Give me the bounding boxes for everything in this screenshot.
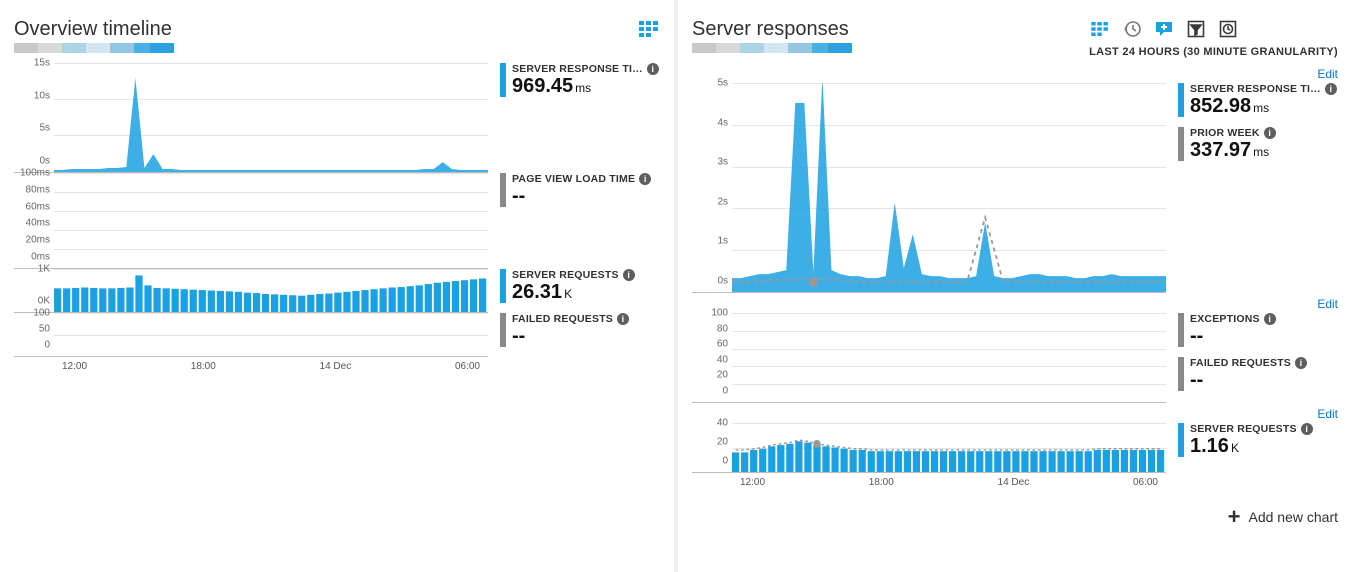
page-view-chart[interactable] <box>54 173 488 268</box>
info-icon: i <box>1295 357 1307 369</box>
sparkline-strip <box>14 43 174 53</box>
info-icon: i <box>623 269 635 281</box>
edit-link[interactable]: Edit <box>692 297 1338 311</box>
y-ticks: 15s 10s 5s 0s <box>14 63 54 172</box>
failed-requests-chart[interactable] <box>54 313 488 356</box>
server-responses-title: Server responses <box>692 18 852 41</box>
time-range-label: LAST 24 HOURS (30 MINUTE GRANULARITY) <box>1089 46 1338 58</box>
metric-server-response[interactable]: SERVER RESPONSE TI…i 852.98ms <box>1178 83 1338 117</box>
grid-icon[interactable] <box>638 18 660 40</box>
x-axis: 12:0018:0014 Dec06:00 <box>54 361 488 372</box>
server-responses-blade: Server responses LAST 24 HOURS (30 MINUT… <box>678 0 1352 572</box>
history-icon[interactable] <box>1121 18 1143 40</box>
metric-server-requests[interactable]: SERVER REQUESTSi 1.16K <box>1178 423 1338 457</box>
edit-link[interactable]: Edit <box>692 407 1338 421</box>
info-icon: i <box>1325 83 1337 95</box>
x-axis: 12:0018:0014 Dec06:00 <box>732 477 1166 488</box>
metric-server-response[interactable]: SERVER RESPONSE TI…i 969.45ms <box>500 63 660 97</box>
metric-failed-requests[interactable]: FAILED REQUESTSi -- <box>500 313 660 347</box>
info-icon: i <box>1264 127 1276 139</box>
edit-link[interactable]: Edit <box>692 67 1338 81</box>
add-chat-icon[interactable] <box>1153 18 1175 40</box>
metric-prior-week[interactable]: PRIOR WEEKi 337.97ms <box>1178 127 1338 161</box>
info-icon: i <box>639 173 651 185</box>
filter-icon[interactable] <box>1185 18 1207 40</box>
info-icon: i <box>1264 313 1276 325</box>
info-icon: i <box>617 313 629 325</box>
metric-server-requests[interactable]: SERVER REQUESTSi 26.31K <box>500 269 660 303</box>
requests-detail-chart[interactable] <box>732 423 1166 472</box>
plus-icon: + <box>1228 506 1241 528</box>
response-detail-chart[interactable] <box>732 83 1166 292</box>
server-requests-chart[interactable] <box>54 269 488 312</box>
info-icon: i <box>1301 423 1313 435</box>
metric-failed-requests[interactable]: FAILED REQUESTSi -- <box>1178 357 1338 391</box>
info-icon: i <box>647 63 659 75</box>
metric-page-view-load[interactable]: PAGE VIEW LOAD TIMEi -- <box>500 173 660 207</box>
exceptions-chart[interactable] <box>732 313 1166 402</box>
overview-title: Overview timeline <box>14 18 174 41</box>
metric-exceptions[interactable]: EXCEPTIONSi -- <box>1178 313 1338 347</box>
clock-settings-icon[interactable] <box>1217 18 1239 40</box>
sparkline-strip <box>692 43 852 53</box>
server-response-chart[interactable] <box>54 63 488 172</box>
grid-icon[interactable] <box>1089 18 1111 40</box>
overview-blade: Overview timeline 15s 10s 5s 0s <box>0 0 674 572</box>
add-new-chart-button[interactable]: + Add new chart <box>692 506 1338 528</box>
